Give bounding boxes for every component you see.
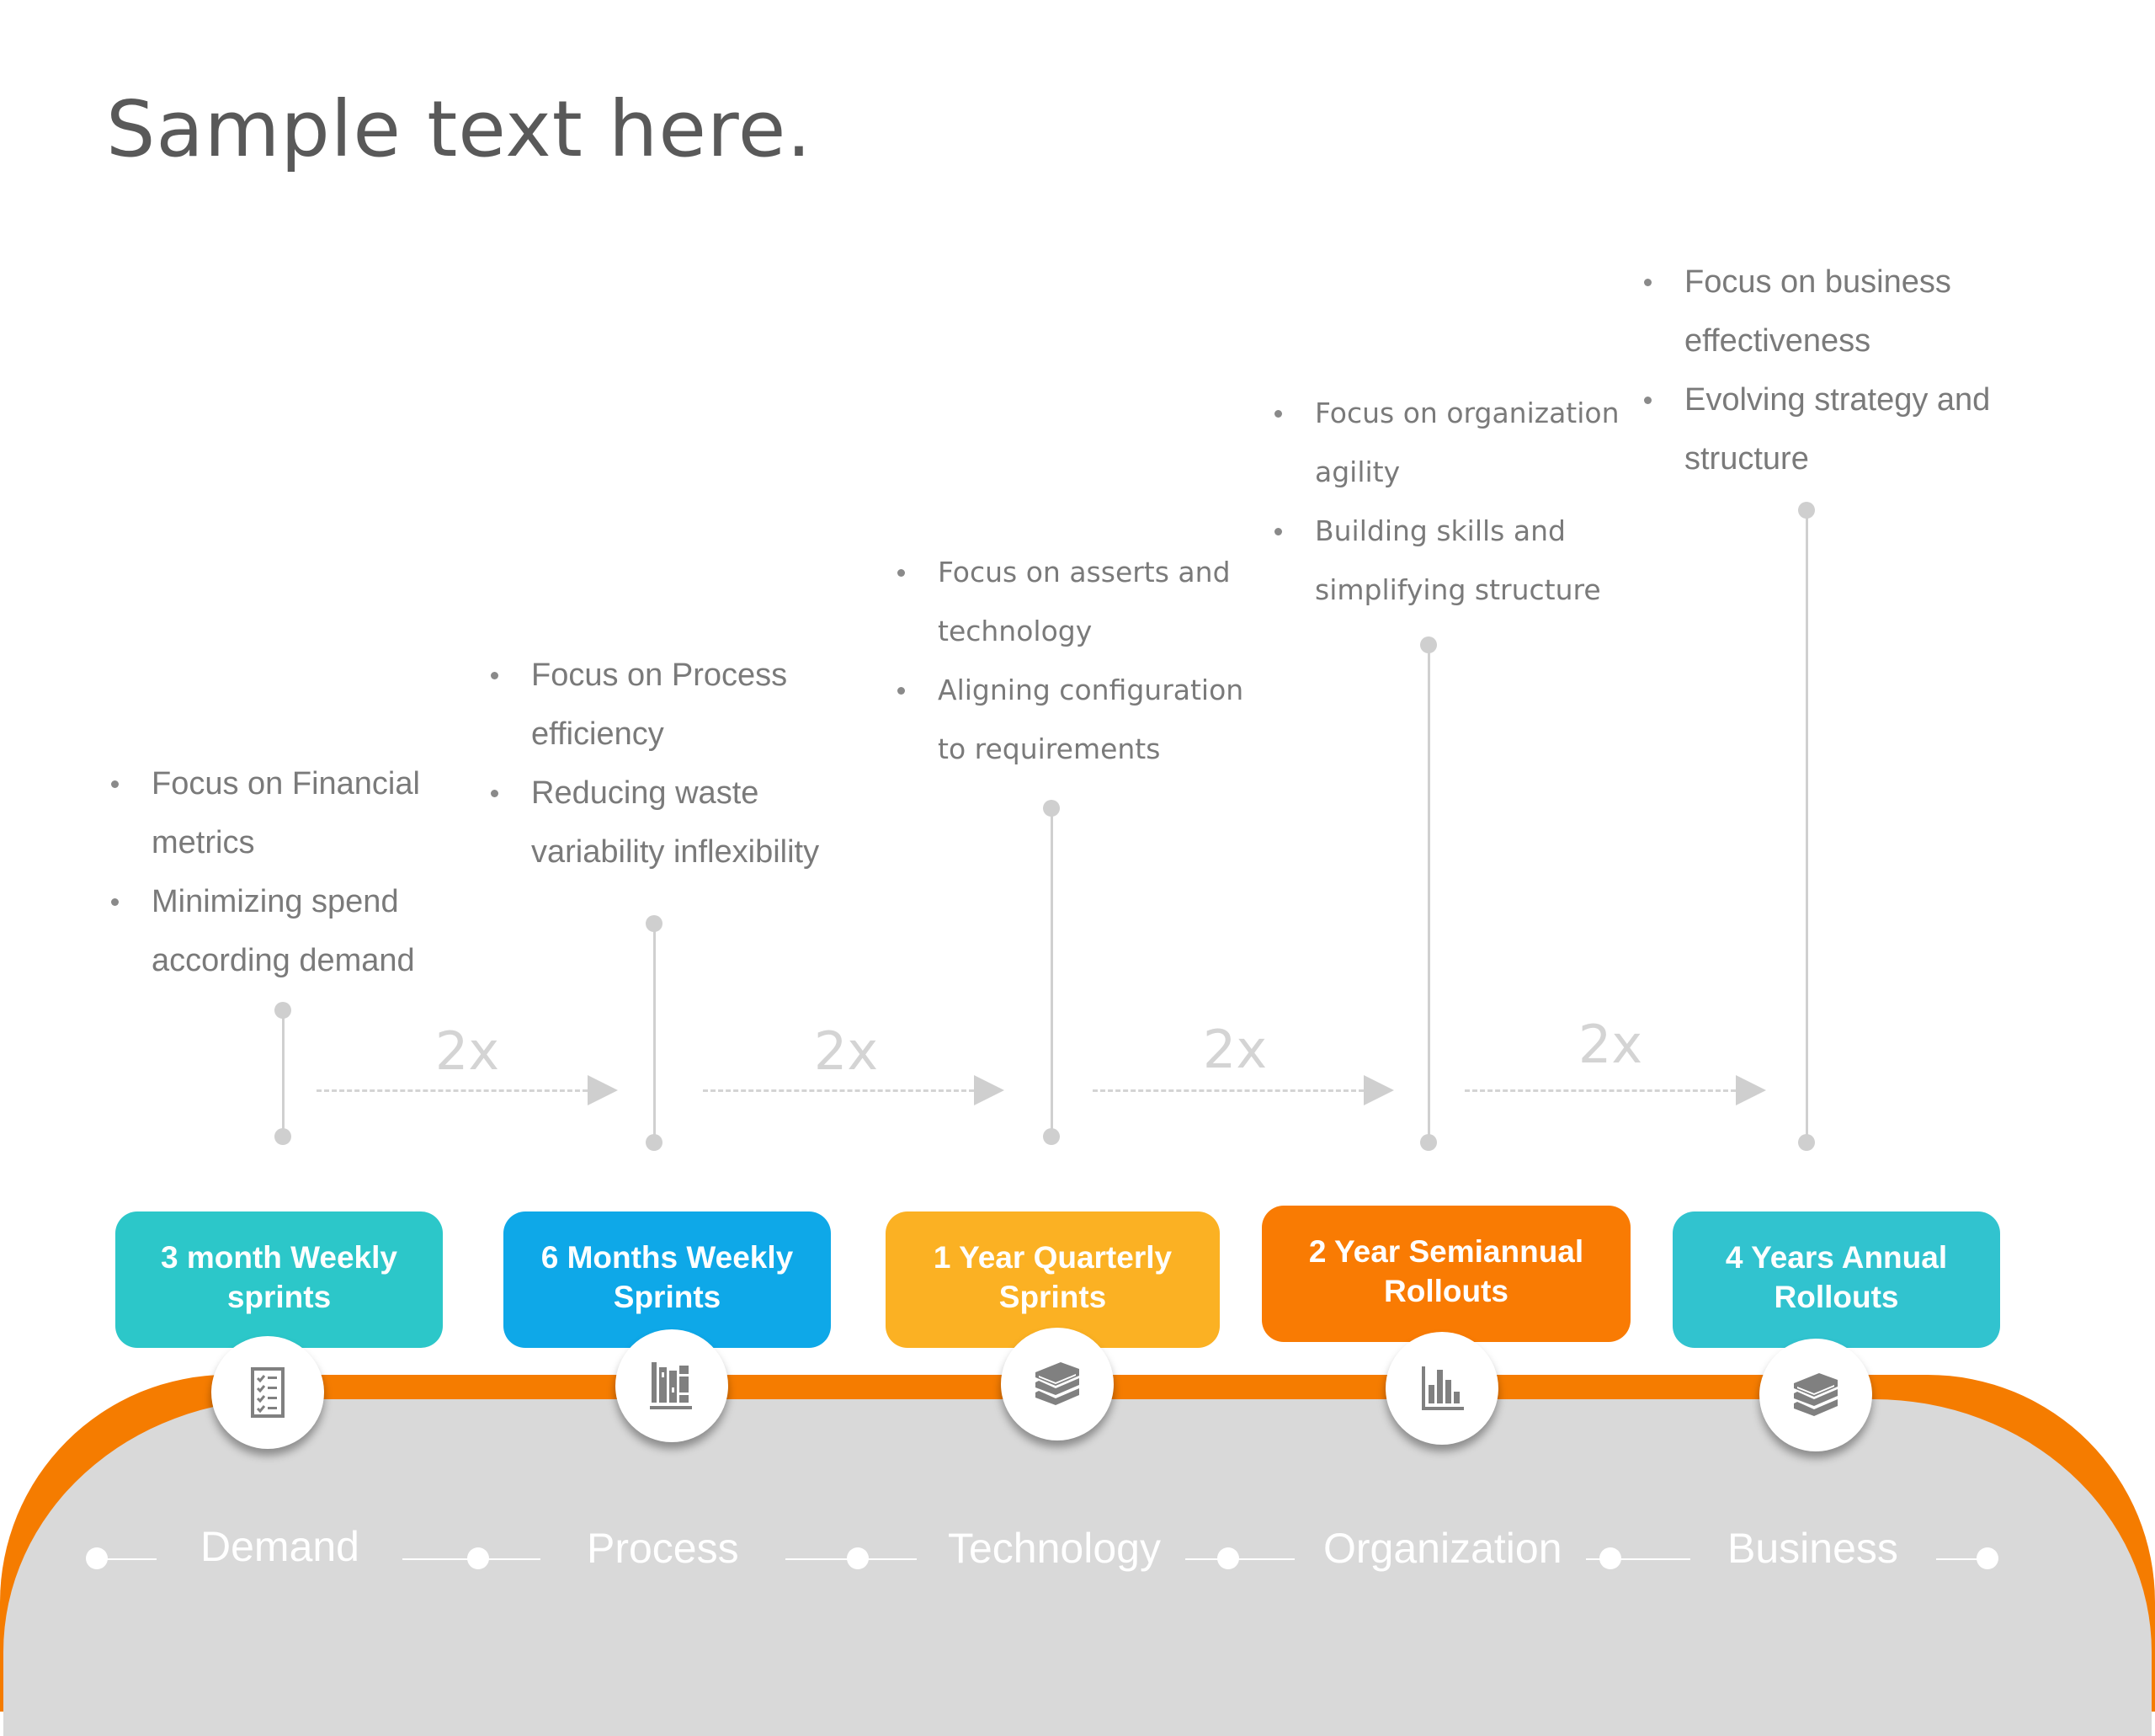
bullet-item: Reducing waste variability inflexibility [491, 764, 861, 881]
stage-box-label: 1 Year Quarterly Sprints [933, 1240, 1173, 1314]
book-stack-icon [1794, 1373, 1838, 1416]
stage-box-label: 6 Months Weekly Sprints [540, 1240, 794, 1314]
book-stack-icon [1035, 1362, 1079, 1405]
icon-circle-technology [1001, 1328, 1114, 1440]
stem-dot-bottom [1420, 1134, 1437, 1151]
dashed-arrow [1465, 1073, 1766, 1107]
icon-circle-demand [211, 1336, 324, 1449]
stage-box-label: 2 Year Semiannual Rollouts [1308, 1234, 1584, 1308]
slide-title: Sample text here. [106, 84, 812, 174]
dashed-arrow [1093, 1073, 1394, 1107]
arrow-head-icon [1364, 1075, 1394, 1105]
bullet-list-process: Focus on Process efficiency Reducing was… [491, 646, 861, 881]
category-label-process: Process [587, 1525, 739, 1572]
library-books-icon [650, 1362, 692, 1409]
bullet-item: Focus on Process efficiency [491, 646, 861, 764]
bullet-item: Focus on business effectiveness [1644, 253, 2031, 370]
dashed-arrow [317, 1073, 618, 1107]
timeline-connector [101, 1558, 157, 1560]
stem-line-technology [1051, 808, 1053, 1137]
timeline-connector [1185, 1558, 1295, 1560]
stem-dot-top [1043, 800, 1060, 817]
stem-dot-top [1798, 502, 1815, 519]
stem-dot-bottom [646, 1134, 662, 1151]
bullet-item: Minimizing spend according demand [111, 872, 465, 990]
checklist-icon [251, 1367, 285, 1418]
arrow-head-icon [588, 1075, 618, 1105]
stage-box-process: 6 Months Weekly Sprints [503, 1211, 831, 1348]
stage-box-demand: 3 month Weekly sprints [115, 1211, 443, 1348]
stage-box-organization: 2 Year Semiannual Rollouts [1262, 1206, 1631, 1342]
bullet-list-technology: Focus on asserts and technology Aligning… [897, 543, 1251, 779]
category-label-business: Business [1727, 1525, 1898, 1572]
bullet-item: Evolving strategy and structure [1644, 370, 2031, 488]
icon-circle-process [615, 1329, 728, 1442]
stem-dot-bottom [274, 1128, 291, 1145]
stem-dot-bottom [1798, 1134, 1815, 1151]
arrow-head-icon [1736, 1075, 1766, 1105]
bullet-list-business: Focus on business effectiveness Evolving… [1644, 253, 2031, 488]
timeline-node [1217, 1547, 1239, 1569]
timeline-node [1977, 1547, 1998, 1569]
stem-line-business [1806, 510, 1808, 1142]
stem-line-process [653, 924, 656, 1142]
stem-line-demand [282, 1010, 285, 1137]
timeline-node [1599, 1547, 1621, 1569]
bullet-item: Aligning configuration to requirements [897, 661, 1251, 779]
bullet-item: Building skills and simplifying structur… [1274, 502, 1636, 620]
stem-dot-bottom [1043, 1128, 1060, 1145]
multiplier-label: 2x [1578, 1014, 1643, 1075]
stage-box-label: 3 month Weekly sprints [160, 1240, 397, 1314]
stem-dot-top [1420, 636, 1437, 653]
bullet-item: Focus on organization agility [1274, 384, 1636, 502]
stem-dot-top [274, 1002, 291, 1019]
stage-box-label: 4 Years Annual Rollouts [1725, 1240, 1948, 1314]
timeline-node [467, 1547, 489, 1569]
stem-line-organization [1428, 645, 1430, 1142]
bullet-item: Focus on asserts and technology [897, 543, 1251, 661]
timeline-node [847, 1547, 869, 1569]
category-label-organization: Organization [1323, 1525, 1562, 1572]
dashed-arrow [703, 1073, 1004, 1107]
bullet-list-demand: Focus on Financial metrics Minimizing sp… [111, 754, 465, 990]
stem-dot-top [646, 915, 662, 932]
multiplier-label: 2x [1202, 1019, 1268, 1080]
bar-chart-icon [1422, 1366, 1464, 1410]
category-label-demand: Demand [200, 1523, 359, 1570]
bullet-list-organization: Focus on organization agility Building s… [1274, 384, 1636, 620]
icon-circle-business [1759, 1339, 1872, 1451]
stage-box-business: 4 Years Annual Rollouts [1673, 1211, 2000, 1348]
icon-circle-organization [1386, 1332, 1498, 1445]
bullet-item: Focus on Financial metrics [111, 754, 465, 872]
arrow-head-icon [974, 1075, 1004, 1105]
category-label-technology: Technology [948, 1525, 1161, 1572]
